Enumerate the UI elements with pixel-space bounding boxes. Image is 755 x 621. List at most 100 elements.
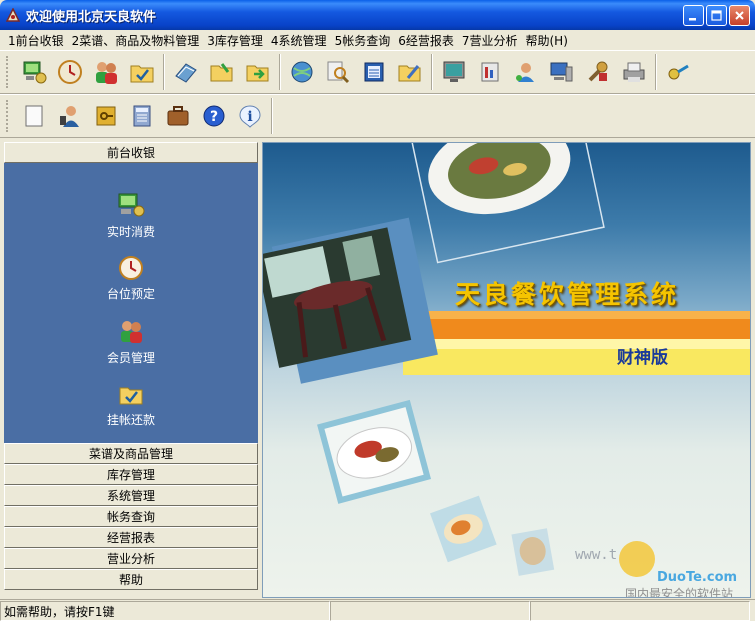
folder-open-icon [210,63,233,82]
pc-icon [550,62,573,82]
food-plate-image [407,143,605,264]
toolbar-stock-button[interactable] [240,54,276,90]
blank-page-icon [25,105,43,127]
menu-materials[interactable]: 2菜谱、商品及物料管理 [68,32,204,49]
watermark-slogan: 国内最安全的软件站 [625,587,734,598]
menu-bar: 1前台收银 2菜谱、商品及物料管理 3库存管理 4系统管理 5帐务查询 6经营报… [0,30,755,50]
toolbar-reserve-button[interactable] [52,54,88,90]
toolbar-separator [279,54,281,90]
toolbar-monitor-button[interactable] [436,54,472,90]
toolbar-separator [271,98,273,134]
toolbar-credit-button[interactable] [124,54,160,90]
toolbar-about-button[interactable]: i [232,98,268,134]
toolbar-password-button[interactable] [88,98,124,134]
toolbar-separator [655,54,657,90]
menu-accounts[interactable]: 5帐务查询 [331,32,395,49]
minimize-icon [689,18,696,21]
briefcase-icon [167,106,189,126]
nav-label: 会员管理 [107,351,156,365]
magnifier-icon [327,61,350,84]
folder-check-icon [130,65,154,83]
section-menu-goods[interactable]: 菜谱及商品管理 [4,443,258,464]
folder-check-icon [119,387,143,405]
toolbar-pos-button[interactable] [16,54,52,90]
section-analysis[interactable]: 营业分析 [4,548,258,569]
splash-art [263,143,750,576]
section-reports[interactable]: 经营报表 [4,527,258,548]
food-plate-image [430,495,497,563]
watermark-url: www.t [575,547,618,563]
minimize-button[interactable] [683,5,704,26]
toolbar-edit-button[interactable] [392,54,428,90]
svg-text:i: i [247,109,252,125]
toolbar-materials-button[interactable] [204,54,240,90]
maximize-icon [711,10,722,21]
close-button[interactable] [729,5,750,26]
toolbar-user-button[interactable] [508,54,544,90]
menu-inventory[interactable]: 3库存管理 [203,32,267,49]
toolbar-computer-button[interactable] [544,54,580,90]
folder-pencil-icon [398,65,421,82]
splash-title: 天良餐饮管理系统 [455,280,680,309]
toolbar-calculator-button[interactable] [124,98,160,134]
section-frontdesk[interactable]: 前台收银 [4,142,258,163]
tools-icon [588,61,608,82]
calculator-icon [133,105,151,127]
computer-cash-icon [118,193,145,217]
menu-reports[interactable]: 6经营报表 [394,32,458,49]
toolbar-briefcase-button[interactable] [160,98,196,134]
toolbar-grip[interactable] [6,56,12,88]
section-inventory[interactable]: 库存管理 [4,464,258,485]
section-accounts[interactable]: 帐务查询 [4,506,258,527]
section-frontdesk-content: 实时消费 台位预定 会员管理 挂帐还款 [4,163,258,443]
nav-member-management[interactable]: 会员管理 [107,317,156,366]
menu-frontdesk[interactable]: 1前台收银 [4,32,68,49]
splash-panel: 天良餐饮管理系统 财神版 www.t DuoTe.com 国内最安全的软件站 [262,142,751,598]
toolbar-grip[interactable] [6,100,12,132]
app-icon [6,8,20,22]
toolbar-account-button[interactable] [356,54,392,90]
toolbar-table-button[interactable] [472,54,508,90]
nav-credit-repayment[interactable]: 挂帐还款 [107,381,156,428]
main-toolbar [0,50,755,94]
clock-icon [58,60,82,84]
menu-system[interactable]: 4系统管理 [267,32,331,49]
nav-realtime-consume[interactable]: 实时消费 [107,191,155,240]
toolbar-operator-button[interactable] [52,98,88,134]
status-pane-2 [330,601,530,621]
nav-table-reservation[interactable]: 台位预定 [107,255,155,302]
window-title: 欢迎使用北京天良软件 [26,9,157,25]
outlook-bar: 前台收银 实时消费 台位预定 会员管理 挂帐还款 菜谱及商品管理 库存管理 系统… [4,142,258,598]
watermark-logo [619,541,655,577]
globe-icon [291,61,313,83]
folder-arrow-icon [246,65,269,82]
printer-icon [623,62,645,82]
maximize-button[interactable] [706,5,727,26]
toolbar-help-button[interactable]: ? [196,98,232,134]
status-pane-3 [530,601,750,621]
food-plate-image [317,399,432,504]
nav-label: 挂帐还款 [107,413,156,427]
members-icon [121,321,142,343]
members-icon [96,62,117,84]
toolbar-members-button[interactable] [88,54,124,90]
svg-text:?: ? [210,109,218,125]
splash-edition: 财神版 [617,348,668,368]
user-network-icon [516,63,534,82]
toolbar-exit-button[interactable] [660,54,696,90]
watermark-brand: DuoTe.com [657,570,738,585]
ledger-icon [364,62,384,82]
toolbar-new-button[interactable] [16,98,52,134]
help-question-icon: ? [203,105,225,127]
toolbar-dishes-button[interactable] [168,54,204,90]
section-system[interactable]: 系统管理 [4,485,258,506]
toolbar-tools-button[interactable] [580,54,616,90]
title-bar[interactable]: 欢迎使用北京天良软件 [0,0,755,30]
section-help[interactable]: 帮助 [4,569,258,590]
toolbar-search-button[interactable] [320,54,356,90]
menu-help[interactable]: 帮助(H) [521,32,571,49]
toolbar-network-button[interactable] [284,54,320,90]
menu-analysis[interactable]: 7营业分析 [458,32,522,49]
toolbar-printer-button[interactable] [616,54,652,90]
close-icon [735,11,744,20]
